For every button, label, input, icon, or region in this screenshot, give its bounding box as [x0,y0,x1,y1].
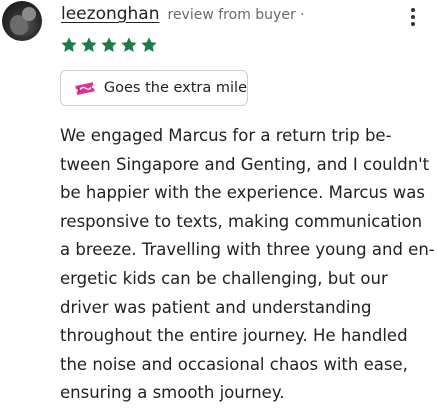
review-line: driver was patient and understanding [60,297,372,317]
star-icon [140,36,158,54]
more-options-button[interactable] [404,4,422,30]
star-icon [120,36,138,54]
reviewer-username[interactable]: leezonghan [61,4,160,24]
review-line: be happier with the experience. Marcus w… [60,183,426,203]
review-header: leezonghan review from buyer · [61,4,305,30]
reviewer-meta: review from buyer · [167,7,305,23]
avatar[interactable] [2,1,42,41]
ticket-icon [75,81,95,95]
review-line: ergetic kids can be challenging, but our [60,268,388,288]
star-icon [80,36,98,54]
review-line: throughout the entire journey. He handle… [60,326,408,346]
review-line: responsive to texts, making communicatio… [60,211,423,231]
more-vertical-icon [411,8,415,26]
review-line: ensuring a smooth journey. [60,383,285,403]
badge-label: Goes the extra mile [103,80,247,96]
review-line: tween Singapore and Genting, and I could… [60,154,430,174]
star-rating [60,36,158,58]
review-line: We engaged Marcus for a return trip be- [60,126,392,145]
review-line: the noise and occasional chaos with ease… [60,354,408,374]
star-icon [60,36,78,54]
star-icon [100,36,118,54]
review-card: leezonghan review from buyer · Goes the … [0,0,437,402]
review-line: a breeze. Travelling with three young an… [60,240,435,260]
review-text: We engaged Marcus for a return trip be- … [60,122,435,408]
extra-mile-badge[interactable]: Goes the extra mile [60,70,248,106]
